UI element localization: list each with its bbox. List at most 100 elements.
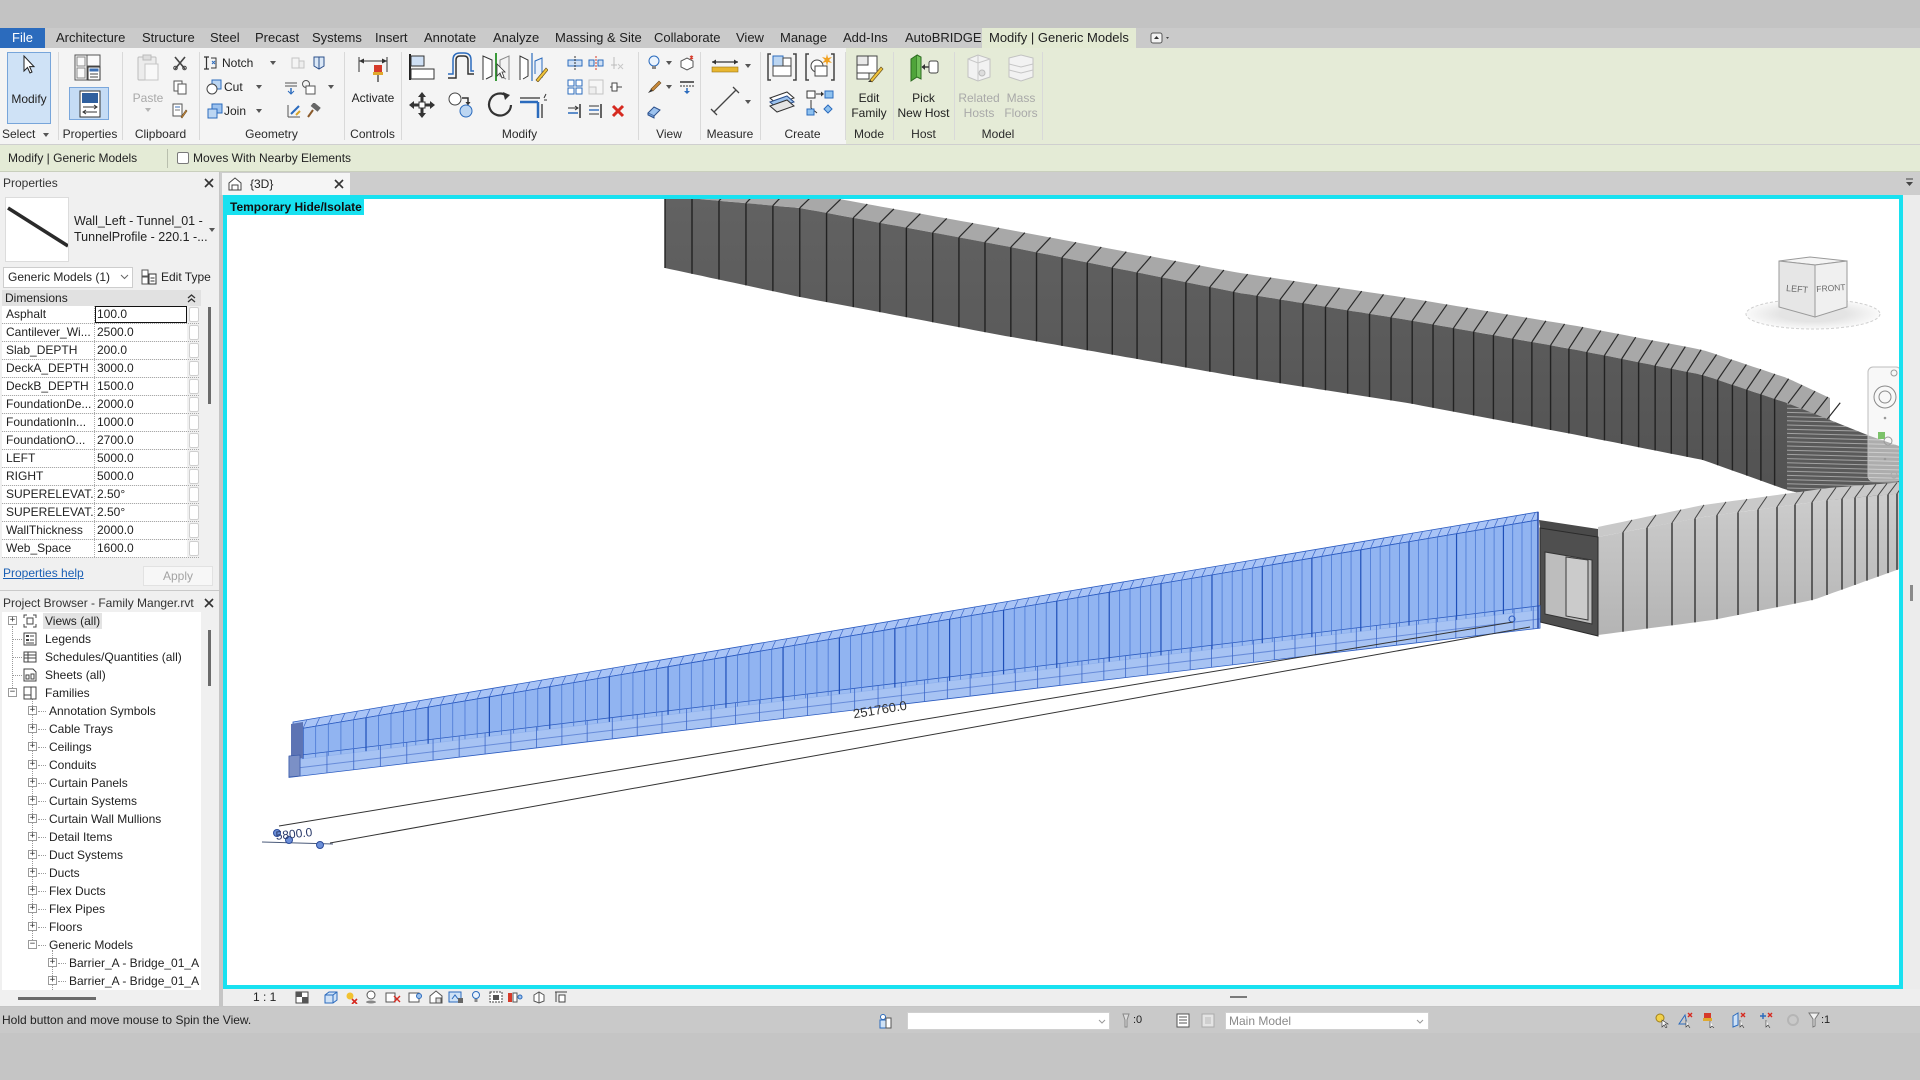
tab-annotate[interactable]: Annotate bbox=[424, 28, 476, 48]
override-graphics-brush-icon[interactable] bbox=[646, 79, 662, 95]
cut-geometry-icon[interactable] bbox=[206, 79, 222, 95]
dimensions-group-header[interactable]: Dimensions bbox=[2, 290, 201, 306]
copy-to-clipboard-icon[interactable] bbox=[172, 79, 188, 95]
match-type-properties-icon[interactable] bbox=[172, 103, 188, 119]
edit-type-button[interactable]: Edit Type bbox=[139, 267, 215, 288]
property-value-field[interactable]: 3000.0 bbox=[95, 360, 187, 377]
temporary-hide-isolate-icon[interactable] bbox=[471, 990, 481, 1004]
view-tab-3d[interactable]: {3D} bbox=[222, 173, 350, 195]
property-value-field[interactable]: 100.0 bbox=[95, 306, 187, 323]
view-scale[interactable]: 1 : 1 bbox=[253, 988, 276, 1006]
3d-viewport[interactable]: 251760.0 5800.0 LEFT FRONT Temporary Hid… bbox=[223, 195, 1903, 989]
tab-autobridge[interactable]: AutoBRIDGE bbox=[905, 28, 982, 48]
mirror-pick-axis-icon[interactable] bbox=[481, 52, 511, 82]
reveal-hidden-elements-icon[interactable] bbox=[489, 990, 505, 1004]
apply-button[interactable]: Apply bbox=[143, 566, 213, 586]
tab-analyze[interactable]: Analyze bbox=[493, 28, 539, 48]
offset-icon[interactable] bbox=[446, 52, 476, 82]
expand-toggle[interactable]: + bbox=[28, 868, 37, 877]
split-element-icon[interactable] bbox=[567, 55, 583, 71]
tab-collaborate[interactable]: Collaborate bbox=[654, 28, 721, 48]
show-crop-region-icon[interactable] bbox=[428, 990, 444, 1004]
related-hosts-button[interactable]: Related Hosts bbox=[957, 52, 1001, 122]
collapse-toggle[interactable]: − bbox=[8, 688, 17, 697]
tab-precast[interactable]: Precast bbox=[255, 28, 299, 48]
steering-wheel-icon[interactable] bbox=[1873, 385, 1897, 409]
associate-parameter-button[interactable] bbox=[189, 523, 199, 538]
instance-filter-dropdown[interactable]: Generic Models (1) bbox=[3, 267, 133, 288]
highlight-displacement-icon[interactable] bbox=[554, 990, 568, 1004]
visual-style-icon[interactable] bbox=[324, 991, 338, 1004]
tab-steel[interactable]: Steel bbox=[210, 28, 240, 48]
hide-in-view-bulb-icon[interactable] bbox=[646, 55, 662, 71]
background-processes-icon[interactable] bbox=[1786, 1013, 1800, 1027]
property-value-field[interactable]: 2000.0 bbox=[95, 522, 187, 539]
temporary-view-properties-icon[interactable] bbox=[507, 990, 523, 1004]
expand-toggle[interactable]: + bbox=[28, 742, 37, 751]
rotate-icon[interactable] bbox=[485, 90, 515, 120]
tab-add-ins[interactable]: Add-Ins bbox=[843, 28, 888, 48]
associate-parameter-button[interactable] bbox=[189, 505, 199, 520]
associate-parameter-button[interactable] bbox=[189, 397, 199, 412]
property-value-field[interactable]: 1600.0 bbox=[95, 540, 187, 557]
override-dropdown-caret-icon[interactable] bbox=[666, 85, 672, 89]
tree-item-ducts[interactable]: + Ducts bbox=[2, 864, 201, 882]
tree-item-flex-pipes[interactable]: + Flex Pipes bbox=[2, 900, 201, 918]
properties-help-link[interactable]: Properties help bbox=[3, 564, 84, 582]
notch-icon[interactable] bbox=[202, 55, 218, 71]
steering-wheel-dropdown-icon[interactable] bbox=[1883, 416, 1887, 420]
expand-toggle[interactable]: + bbox=[28, 832, 37, 841]
split-face-icon[interactable] bbox=[311, 55, 327, 71]
notch-button-label[interactable]: Notch bbox=[222, 54, 253, 72]
type-selector-caret-icon[interactable] bbox=[209, 228, 215, 232]
linework-icon[interactable] bbox=[679, 79, 695, 95]
wall-joins-icon[interactable] bbox=[283, 79, 299, 95]
paste-button[interactable]: Paste bbox=[131, 52, 165, 114]
tab-structure[interactable]: Structure bbox=[142, 28, 195, 48]
expand-toggle[interactable]: + bbox=[28, 760, 37, 769]
tree-item-sheets[interactable]: Sheets (all) bbox=[2, 666, 201, 684]
associate-parameter-button[interactable] bbox=[189, 379, 199, 394]
pick-new-host-button[interactable]: Pick New Host bbox=[895, 52, 952, 122]
align-icon[interactable] bbox=[407, 52, 437, 82]
navigation-bar[interactable] bbox=[1867, 366, 1902, 482]
tab-massing-site[interactable]: Massing & Site bbox=[555, 28, 642, 48]
associate-parameter-button[interactable] bbox=[189, 325, 199, 340]
unjoin-icon[interactable] bbox=[290, 55, 306, 71]
add-to-set-icon[interactable] bbox=[1201, 1013, 1215, 1028]
dimension-dropdown-caret-icon[interactable] bbox=[745, 64, 751, 68]
paint-icon[interactable] bbox=[300, 79, 318, 95]
property-value-field[interactable]: 2.50° bbox=[95, 504, 187, 521]
associate-parameter-button[interactable] bbox=[189, 469, 199, 484]
viewcube[interactable]: LEFT FRONT bbox=[1745, 256, 1881, 330]
property-value-field[interactable]: 2500.0 bbox=[95, 324, 187, 341]
select-links-icon[interactable] bbox=[1654, 1012, 1670, 1028]
tab-manage[interactable]: Manage bbox=[780, 28, 827, 48]
mirror-draw-axis-icon[interactable] bbox=[518, 52, 548, 82]
expand-toggle[interactable]: + bbox=[28, 778, 37, 787]
collapse-toggle[interactable]: − bbox=[28, 940, 37, 949]
select-dropdown-caret-icon[interactable] bbox=[43, 133, 49, 137]
create-similar-icon[interactable] bbox=[805, 88, 835, 118]
expand-toggle[interactable]: + bbox=[28, 706, 37, 715]
tree-item-cable-trays[interactable]: + Cable Trays bbox=[2, 720, 201, 738]
create-assembly-icon[interactable] bbox=[767, 52, 797, 82]
tab-architecture[interactable]: Architecture bbox=[56, 28, 125, 48]
associate-parameter-button[interactable] bbox=[189, 451, 199, 466]
expand-toggle[interactable]: + bbox=[28, 796, 37, 805]
select-elements-by-face-icon[interactable] bbox=[1732, 1012, 1748, 1028]
shadows-icon[interactable] bbox=[364, 990, 378, 1004]
project-browser-scrollbar[interactable] bbox=[204, 612, 214, 990]
join-dropdown-caret-icon[interactable] bbox=[256, 109, 262, 113]
property-value-field[interactable]: 1000.0 bbox=[95, 414, 187, 431]
property-value-field[interactable]: 5000.0 bbox=[95, 450, 187, 467]
aligned-dimension-icon[interactable] bbox=[710, 56, 740, 76]
worksets-icon[interactable] bbox=[878, 1013, 892, 1029]
property-value-field[interactable]: 200.0 bbox=[95, 342, 187, 359]
cut-dropdown-caret-icon[interactable] bbox=[256, 85, 262, 89]
type-selector[interactable]: Wall_Left - Tunnel_01 - TunnelProfile - … bbox=[70, 197, 216, 262]
tree-item-schedules[interactable]: Schedules/Quantities (all) bbox=[2, 648, 201, 666]
show-rendering-dialog-icon[interactable] bbox=[385, 990, 401, 1004]
associate-parameter-button[interactable] bbox=[189, 415, 199, 430]
tree-item-duct-systems[interactable]: + Duct Systems bbox=[2, 846, 201, 864]
